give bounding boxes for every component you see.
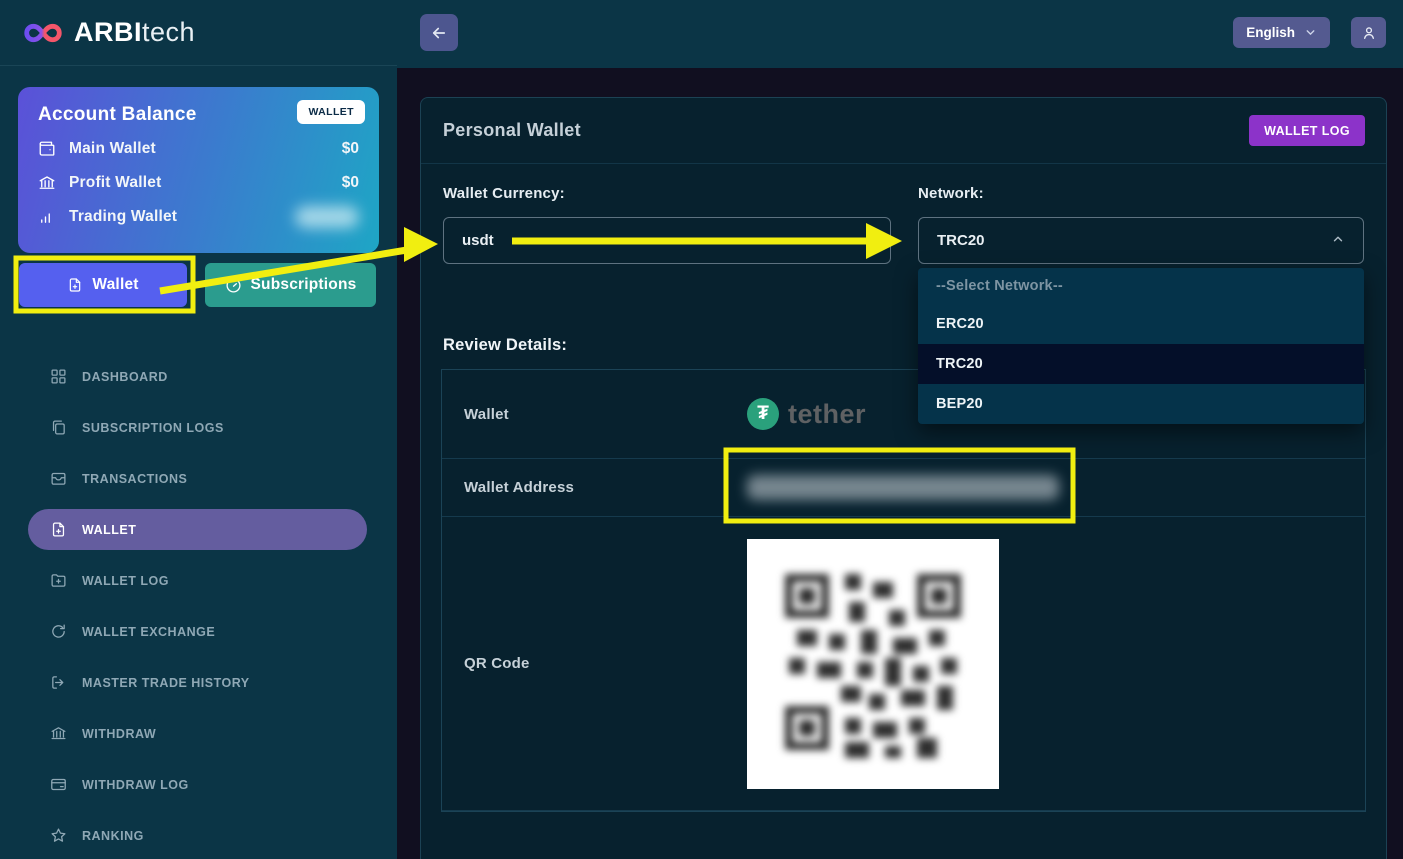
balance-row-trading-wallet: Trading Wallet xyxy=(38,206,359,228)
balance-row-label: Trading Wallet xyxy=(69,208,177,226)
card-header: Personal Wallet WALLET LOG xyxy=(421,98,1386,164)
star-icon xyxy=(50,827,67,844)
balance-row-profit-wallet: Profit Wallet $0 xyxy=(38,172,359,194)
wallet-badge: WALLET xyxy=(297,100,365,124)
menu-label: WITHDRAW xyxy=(82,727,156,741)
wallet-icon xyxy=(38,140,56,158)
card-icon xyxy=(50,776,67,793)
tether-wordmark: tether xyxy=(788,399,866,430)
gauge-icon xyxy=(225,277,242,294)
wallet-button[interactable]: Wallet xyxy=(19,263,187,307)
wallet-address-blurred xyxy=(747,475,1059,500)
sidebar-item-wallet[interactable]: WALLET xyxy=(28,509,367,550)
sidebar-item-withdraw-log[interactable]: WITHDRAW LOG xyxy=(0,759,397,810)
balance-row-label: Profit Wallet xyxy=(69,174,161,192)
sidebar-item-withdraw[interactable]: WITHDRAW xyxy=(0,708,397,759)
network-selected-value: TRC20 xyxy=(937,232,985,249)
menu-label: WALLET EXCHANGE xyxy=(82,625,215,639)
qr-code-row-label: QR Code xyxy=(442,517,747,810)
file-plus-icon xyxy=(50,521,67,538)
wallet-currency-label: Wallet Currency: xyxy=(443,185,565,202)
sidebar: ARBItech Account Balance WALLET Main Wal… xyxy=(0,0,397,859)
infinity-logo-icon xyxy=(20,19,66,47)
sidebar-item-transactions[interactable]: TRANSACTIONS xyxy=(0,453,397,504)
user-profile-button[interactable] xyxy=(1351,17,1386,48)
network-dropdown: --Select Network-- ERC20 TRC20 BEP20 xyxy=(918,268,1364,424)
copy-icon xyxy=(50,419,67,436)
file-plus-icon xyxy=(67,277,83,293)
user-icon xyxy=(1361,25,1377,41)
topbar: English xyxy=(397,0,1403,68)
chevron-down-icon xyxy=(1304,26,1317,39)
menu-label: WITHDRAW LOG xyxy=(82,778,189,792)
menu-label: WALLET LOG xyxy=(82,574,169,588)
bank-icon xyxy=(50,725,67,742)
chart-icon xyxy=(38,208,56,226)
page-title: Personal Wallet xyxy=(443,120,581,141)
sidebar-item-wallet-log[interactable]: WALLET LOG xyxy=(0,555,397,606)
bank-icon xyxy=(38,174,56,192)
menu-label: TRANSACTIONS xyxy=(82,472,187,486)
sidebar-item-master-trade-history[interactable]: MASTER TRADE HISTORY xyxy=(0,657,397,708)
language-label: English xyxy=(1246,25,1295,40)
folder-plus-icon xyxy=(50,572,67,589)
review-details-table: Wallet ₮ tether Wallet Address QR xyxy=(441,369,1366,812)
balance-row-main-wallet: Main Wallet $0 xyxy=(38,138,359,160)
network-option-bep20[interactable]: BEP20 xyxy=(918,384,1364,424)
qr-code-blurred-image xyxy=(747,539,999,789)
wallet-button-label: Wallet xyxy=(92,276,138,294)
dashboard-icon xyxy=(50,368,67,385)
sidebar-item-subscription-logs[interactable]: SUBSCRIPTION LOGS xyxy=(0,402,397,453)
subscriptions-button[interactable]: Subscriptions xyxy=(205,263,376,307)
network-label: Network: xyxy=(918,185,984,202)
trading-wallet-blurred-value xyxy=(295,206,359,228)
balance-row-label: Main Wallet xyxy=(69,140,156,158)
sidebar-item-wallet-exchange[interactable]: WALLET EXCHANGE xyxy=(0,606,397,657)
chevron-up-icon xyxy=(1331,232,1345,246)
network-option-placeholder[interactable]: --Select Network-- xyxy=(918,268,1364,304)
inbox-icon xyxy=(50,470,67,487)
menu-label: MASTER TRADE HISTORY xyxy=(82,676,250,690)
sidebar-menu: DASHBOARD SUBSCRIPTION LOGS TRANSACTIONS… xyxy=(0,351,397,859)
tether-coin-icon: ₮ xyxy=(747,398,779,430)
brand-light: tech xyxy=(142,17,195,47)
sidebar-item-ranking[interactable]: RANKING xyxy=(0,810,397,859)
page: ARBItech Account Balance WALLET Main Wal… xyxy=(0,0,1403,859)
account-balance-card: Account Balance WALLET Main Wallet $0 Pr… xyxy=(18,87,379,253)
balance-row-value: $0 xyxy=(342,174,359,192)
wallet-log-button[interactable]: WALLET LOG xyxy=(1249,115,1365,146)
arrow-left-icon xyxy=(430,24,448,42)
menu-label: WALLET xyxy=(82,523,136,537)
wallet-address-row-label: Wallet Address xyxy=(442,459,747,516)
network-select[interactable]: TRC20 xyxy=(918,217,1364,264)
subscriptions-button-label: Subscriptions xyxy=(251,276,357,294)
wallet-row-label: Wallet xyxy=(442,370,747,458)
language-selector[interactable]: English xyxy=(1233,17,1330,48)
back-button[interactable] xyxy=(420,14,458,51)
exchange-icon xyxy=(50,623,67,640)
menu-label: SUBSCRIPTION LOGS xyxy=(82,421,224,435)
sidebar-action-buttons: Wallet Subscriptions xyxy=(19,263,378,307)
tether-logo: ₮ tether xyxy=(747,398,866,430)
network-option-erc20[interactable]: ERC20 xyxy=(918,304,1364,344)
brand-name: ARBItech xyxy=(74,17,195,48)
brand-bold: ARBI xyxy=(74,17,142,47)
brand-logo: ARBItech xyxy=(0,0,397,66)
balance-row-value: $0 xyxy=(342,140,359,158)
table-row-qr-code: QR Code xyxy=(442,517,1365,811)
review-details-title: Review Details: xyxy=(443,336,567,355)
logout-icon xyxy=(50,674,67,691)
network-option-trc20[interactable]: TRC20 xyxy=(918,344,1364,384)
menu-label: DASHBOARD xyxy=(82,370,168,384)
wallet-currency-input[interactable]: usdt xyxy=(443,217,891,264)
sidebar-item-dashboard[interactable]: DASHBOARD xyxy=(0,351,397,402)
table-row-wallet-address: Wallet Address xyxy=(442,459,1365,517)
personal-wallet-card: Personal Wallet WALLET LOG Wallet Curren… xyxy=(420,97,1387,859)
menu-label: RANKING xyxy=(82,829,144,843)
wallet-currency-value: usdt xyxy=(462,232,494,249)
main-content: Personal Wallet WALLET LOG Wallet Curren… xyxy=(397,68,1403,859)
